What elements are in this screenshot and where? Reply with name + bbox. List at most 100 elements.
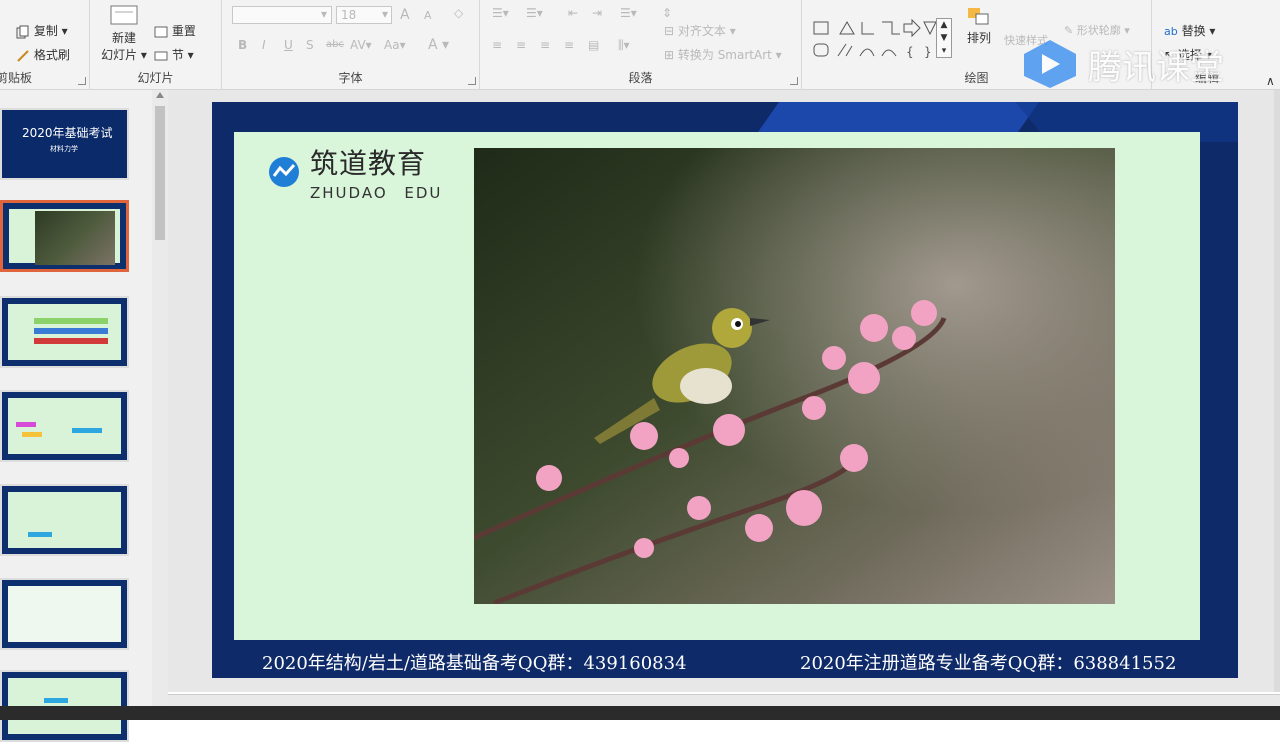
shapes-gallery-icon[interactable]: { } <box>812 6 942 60</box>
reset-label: 重置 <box>171 24 196 38</box>
clear-format-icon[interactable]: ◇ <box>454 6 463 20</box>
thumbnail-1-title: 2020年基础考试 <box>22 126 113 140</box>
align-center-icon[interactable]: ≡ <box>516 38 526 52</box>
arrange-button[interactable]: 排列 <box>966 6 992 46</box>
increase-indent-icon[interactable]: ⇥ <box>592 6 602 20</box>
distributed-icon[interactable]: ▤ <box>588 38 599 52</box>
svg-text:{: { <box>906 45 914 59</box>
status-bar <box>0 706 1280 720</box>
tencent-classroom-watermark: 腾讯课堂 <box>1020 38 1224 90</box>
clipboard-launcher-icon[interactable] <box>78 77 86 85</box>
char-spacing-icon[interactable]: AV▾ <box>350 38 372 52</box>
numbering-icon[interactable]: ☰▾ <box>526 6 543 20</box>
replace-label: 替换 <box>1181 24 1206 38</box>
slide-thumbnail-4[interactable] <box>0 390 129 462</box>
thumbnail-2-photo <box>35 211 115 265</box>
slide-thumbnail-6[interactable] <box>0 578 129 650</box>
align-right-icon[interactable]: ≡ <box>540 38 550 52</box>
change-case-icon[interactable]: Aa▾ <box>384 38 406 52</box>
slide-thumbnail-5[interactable] <box>0 484 129 556</box>
paragraph-group: ☰▾ ☰▾ ⇤ ⇥ ☰▾ ⇕ ⊟ 对齐文本 ▾ ⊞ 转换为 SmartArt ▾… <box>480 0 802 90</box>
font-color-icon[interactable]: A ▾ <box>428 37 449 53</box>
notes-pane[interactable] <box>168 694 1280 706</box>
slide-content-area: 筑道教育 ZHUDAO EDU <box>234 132 1200 640</box>
align-left-icon[interactable]: ≡ <box>492 38 502 52</box>
bird-blossom-photo[interactable] <box>474 148 1115 604</box>
paragraph-launcher-icon[interactable] <box>790 77 798 85</box>
reset-icon <box>154 26 168 37</box>
current-slide[interactable]: 筑道教育 ZHUDAO EDU 2020年结构/岩土/道路基础备考QQ群：439… <box>212 102 1238 678</box>
justify-icon[interactable]: ≡ <box>564 38 574 52</box>
footer-left-text: 2020年结构/岩土/道路基础备考QQ群：439160834 <box>262 653 687 674</box>
text-direction-icon[interactable]: ⇕ <box>662 6 672 20</box>
slides-group-label: 幻灯片 <box>137 71 174 85</box>
clipboard-group-label: 剪贴板 <box>0 71 33 85</box>
copy-icon <box>16 25 29 38</box>
slides-group: 新建 幻灯片 ▾ 重置 节 ▾ 幻灯片 <box>90 0 222 90</box>
columns-icon[interactable]: ⫼▾ <box>618 38 630 53</box>
bullets-icon[interactable]: ☰▾ <box>492 6 509 20</box>
thumbnails-scrollbar[interactable] <box>152 90 168 706</box>
underline-icon[interactable]: U <box>284 38 293 52</box>
watermark-text: 腾讯课堂 <box>1088 47 1224 88</box>
smartart-button[interactable]: ⊞ 转换为 SmartArt ▾ <box>664 46 782 63</box>
decrease-indent-icon[interactable]: ⇤ <box>568 6 578 20</box>
font-group-label: 字体 <box>338 71 363 85</box>
shape-outline-button[interactable]: ✎ 形状轮廓 ▾ <box>1064 22 1130 38</box>
grow-font-icon[interactable]: A <box>400 7 410 23</box>
arrange-label: 排列 <box>966 31 991 45</box>
slide-editing-canvas: 筑道教育 ZHUDAO EDU 2020年结构/岩土/道路基础备考QQ群：439… <box>168 90 1274 692</box>
clipboard-group: 复制 ▾ 格式刷 剪贴板 <box>0 0 90 90</box>
section-icon <box>154 51 168 60</box>
section-label: 节 <box>171 48 184 62</box>
canvas-right-scrollbar[interactable] <box>1274 90 1280 692</box>
scroll-up-icon[interactable] <box>156 92 164 98</box>
replace-button[interactable]: ab 替换 ▾ <box>1164 22 1215 39</box>
font-launcher-icon[interactable] <box>468 77 476 85</box>
paragraph-group-label: 段落 <box>628 71 653 85</box>
new-slide-label: 新建 <box>111 31 136 45</box>
slide-thumbnail-2[interactable] <box>0 200 129 272</box>
slide-thumbnail-3[interactable] <box>0 296 129 368</box>
svg-text:}: } <box>924 45 932 59</box>
format-painter-button[interactable]: 格式刷 <box>16 46 70 63</box>
slide-footer: 2020年结构/岩土/道路基础备考QQ群：439160834 2020年注册道路… <box>212 644 1238 678</box>
align-text-label: 对齐文本 <box>677 24 726 38</box>
section-button[interactable]: 节 ▾ <box>154 46 194 63</box>
replace-icon: ab <box>1164 25 1178 38</box>
font-group: ▾ 18 ▾ A A ◇ B I U S abc AV▾ Aa▾ A ▾ 字体 <box>222 0 480 90</box>
collapse-ribbon-icon[interactable]: ∧ <box>1266 74 1275 88</box>
zhudao-logo-icon <box>269 157 299 187</box>
new-slide-button[interactable]: 新建 幻灯片 ▾ <box>100 4 148 63</box>
scrollbar-thumb[interactable] <box>155 106 165 240</box>
font-size-combo[interactable]: 18 ▾ <box>336 6 392 24</box>
reset-button[interactable]: 重置 <box>154 22 196 39</box>
strikethrough-icon[interactable]: abc <box>326 39 344 50</box>
format-painter-label: 格式刷 <box>33 48 70 62</box>
line-spacing-icon[interactable]: ☰▾ <box>620 6 637 20</box>
new-slide-label-2: 幻灯片 <box>101 48 138 62</box>
copy-label: 复制 <box>33 24 58 38</box>
logo-english-text: ZHUDAO EDU <box>310 184 443 202</box>
new-slide-icon <box>110 5 138 25</box>
zhudao-logo: 筑道教育 ZHUDAO EDU <box>268 142 442 202</box>
italic-icon[interactable]: I <box>262 38 266 52</box>
shrink-font-icon[interactable]: A <box>424 9 432 22</box>
thumbnail-1-subtitle: 材料力学 <box>50 145 78 153</box>
footer-right-text: 2020年注册道路专业备考QQ群：638841552 <box>800 653 1177 674</box>
bold-icon[interactable]: B <box>238 38 247 52</box>
shape-outline-label: 形状轮廓 <box>1076 24 1121 37</box>
shadow-icon[interactable]: S <box>306 38 314 52</box>
shapes-gallery-more-icon[interactable]: ▲ ▼ ▾ <box>936 18 952 58</box>
logo-chinese-text: 筑道教育 <box>310 147 427 180</box>
align-text-button[interactable]: ⊟ 对齐文本 ▾ <box>664 22 736 39</box>
format-painter-icon <box>17 49 29 62</box>
font-size-value: 18 <box>341 8 357 22</box>
slide-thumbnail-1[interactable]: 2020年基础考试 材料力学 <box>0 108 129 180</box>
copy-button[interactable]: 复制 ▾ <box>16 22 68 39</box>
font-family-combo[interactable]: ▾ <box>232 6 332 24</box>
smartart-label: 转换为 SmartArt <box>677 48 772 62</box>
slide-thumbnails-pane: 2020年基础考试 材料力学 <box>0 90 152 742</box>
tencent-classroom-logo-icon <box>1024 40 1076 88</box>
arrange-icon <box>968 8 989 25</box>
